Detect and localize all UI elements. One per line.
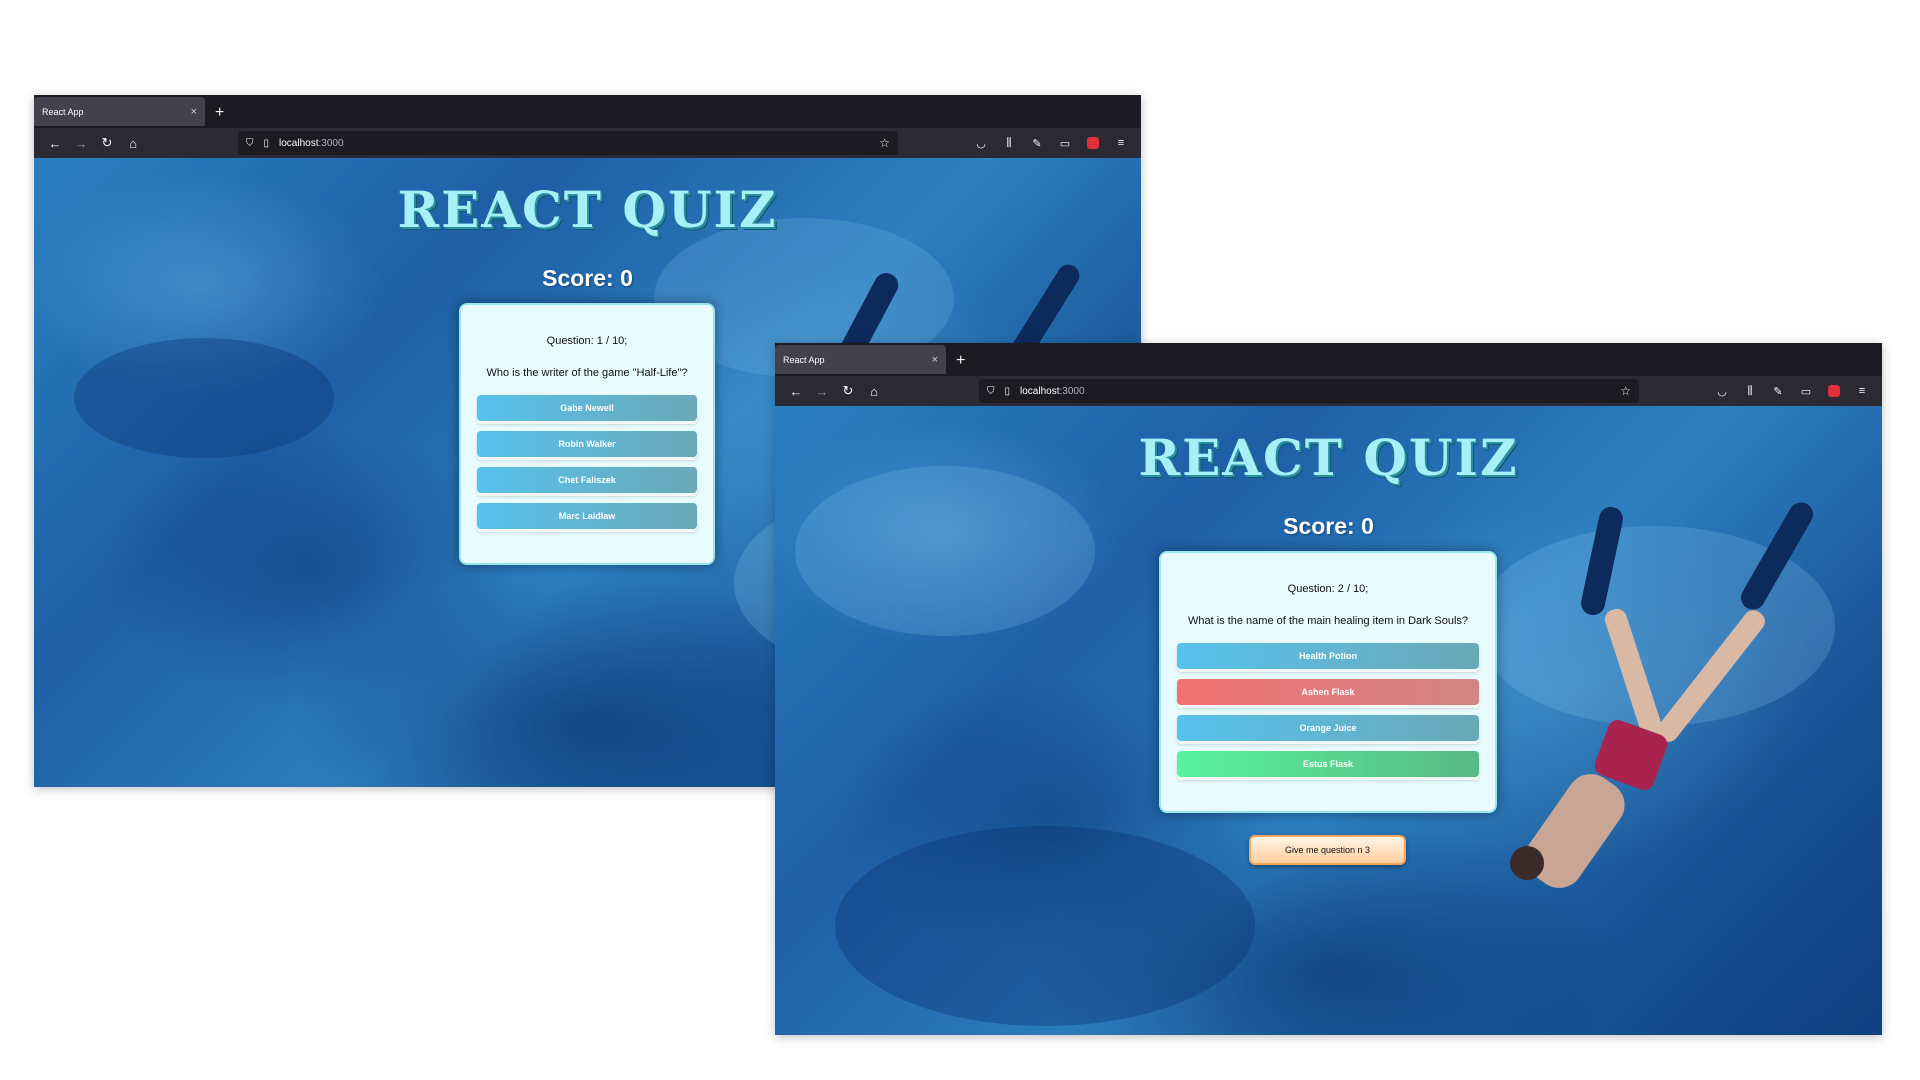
answer-button-wrong[interactable]: Ashen Flask (1177, 679, 1479, 705)
question-text: Who is the writer of the game "Half-Life… (486, 367, 688, 379)
tab-bar: React App × + (34, 95, 1141, 128)
background-rock (835, 826, 1255, 1026)
navigation-bar: ← → ↻ ⌂ ⛉ ▯ localhost:3000 ☆ ◡ ⫼ ✎ ▭ ≡ (34, 128, 1141, 158)
url-port: :3000 (318, 137, 344, 149)
app-title: REACT QUIZ (397, 180, 778, 239)
background-rock (74, 338, 334, 458)
menu-icon[interactable]: ≡ (1850, 380, 1874, 402)
new-tab-icon[interactable]: + (956, 352, 965, 370)
app-title: REACT QUIZ (1138, 428, 1519, 487)
question-card: Question: 1 / 10; Who is the writer of t… (459, 303, 715, 565)
url-bar[interactable]: ⛉ ▯ localhost:3000 ☆ (979, 379, 1639, 403)
sidebar-icon[interactable]: ▭ (1053, 132, 1077, 154)
page-viewport: REACT QUIZ Score: 0 Question: 2 / 10; Wh… (775, 406, 1882, 1035)
back-icon[interactable]: ← (783, 380, 809, 402)
page-icon: ▯ (263, 137, 270, 149)
navigation-bar: ← → ↻ ⌂ ⛉ ▯ localhost:3000 ☆ ◡ ⫼ ✎ ▭ ≡ (775, 376, 1882, 406)
close-icon[interactable]: × (932, 354, 938, 366)
score-label: Score: 0 (542, 265, 633, 291)
answer-button[interactable]: Health Potion (1177, 643, 1479, 669)
url-bar[interactable]: ⛉ ▯ localhost:3000 ☆ (238, 131, 898, 155)
background-rock (795, 466, 1095, 636)
home-icon[interactable]: ⌂ (861, 380, 887, 402)
tab-title: React App (42, 106, 84, 117)
home-icon[interactable]: ⌂ (120, 132, 146, 154)
tab-react-app[interactable]: React App × (775, 345, 946, 374)
toolbar-right: ◡ ⫼ ✎ ▭ ≡ (1710, 380, 1874, 402)
browser-window-2: React App × + ← → ↻ ⌂ ⛉ ▯ localhost:3000… (775, 343, 1882, 1035)
toolbar-right: ◡ ⫼ ✎ ▭ ≡ (969, 132, 1133, 154)
question-number: Question: 2 / 10; (1287, 583, 1369, 595)
bookmark-star-icon[interactable]: ☆ (1620, 384, 1631, 398)
extension-icon[interactable] (1081, 132, 1105, 154)
answer-button-correct[interactable]: Estus Flask (1177, 751, 1479, 777)
wrench-icon[interactable]: ✎ (1766, 380, 1790, 402)
answer-list: Gabe Newell Robin Walker Chet Faliszek M… (461, 395, 713, 529)
extension-icon[interactable] (1822, 380, 1846, 402)
question-number: Question: 1 / 10; (546, 335, 628, 347)
question-card: Question: 2 / 10; What is the name of th… (1159, 551, 1497, 813)
forward-icon[interactable]: → (809, 380, 835, 402)
menu-icon[interactable]: ≡ (1109, 132, 1133, 154)
answer-button[interactable]: Marc Laidlaw (477, 503, 697, 529)
wrench-icon[interactable]: ✎ (1025, 132, 1049, 154)
page-icon: ▯ (1004, 385, 1011, 397)
close-icon[interactable]: × (191, 106, 197, 118)
next-question-button[interactable]: Give me question n 3 (1249, 835, 1406, 865)
shield-icon[interactable]: ⛉ (246, 138, 254, 149)
reload-icon[interactable]: ↻ (94, 132, 120, 154)
new-tab-icon[interactable]: + (215, 104, 224, 122)
library-icon[interactable]: ⫼ (1738, 380, 1762, 402)
reload-icon[interactable]: ↻ (835, 380, 861, 402)
bookmark-star-icon[interactable]: ☆ (879, 136, 890, 150)
url-host: localhost (279, 137, 319, 149)
pocket-icon[interactable]: ◡ (1710, 380, 1734, 402)
tab-react-app[interactable]: React App × (34, 97, 205, 126)
sidebar-icon[interactable]: ▭ (1794, 380, 1818, 402)
answer-button[interactable]: Orange Juice (1177, 715, 1479, 741)
diver-head (1510, 846, 1544, 880)
answer-list: Health Potion Ashen Flask Orange Juice E… (1161, 643, 1495, 777)
pocket-icon[interactable]: ◡ (969, 132, 993, 154)
library-icon[interactable]: ⫼ (997, 132, 1021, 154)
back-icon[interactable]: ← (42, 132, 68, 154)
shield-icon[interactable]: ⛉ (987, 386, 995, 397)
url-port: :3000 (1059, 385, 1085, 397)
answer-button[interactable]: Gabe Newell (477, 395, 697, 421)
question-text: What is the name of the main healing ite… (1187, 615, 1469, 627)
tab-title: React App (783, 354, 825, 365)
tab-bar: React App × + (775, 343, 1882, 376)
forward-icon[interactable]: → (68, 132, 94, 154)
score-label: Score: 0 (1283, 513, 1374, 539)
answer-button[interactable]: Chet Faliszek (477, 467, 697, 493)
answer-button[interactable]: Robin Walker (477, 431, 697, 457)
url-host: localhost (1020, 385, 1060, 397)
